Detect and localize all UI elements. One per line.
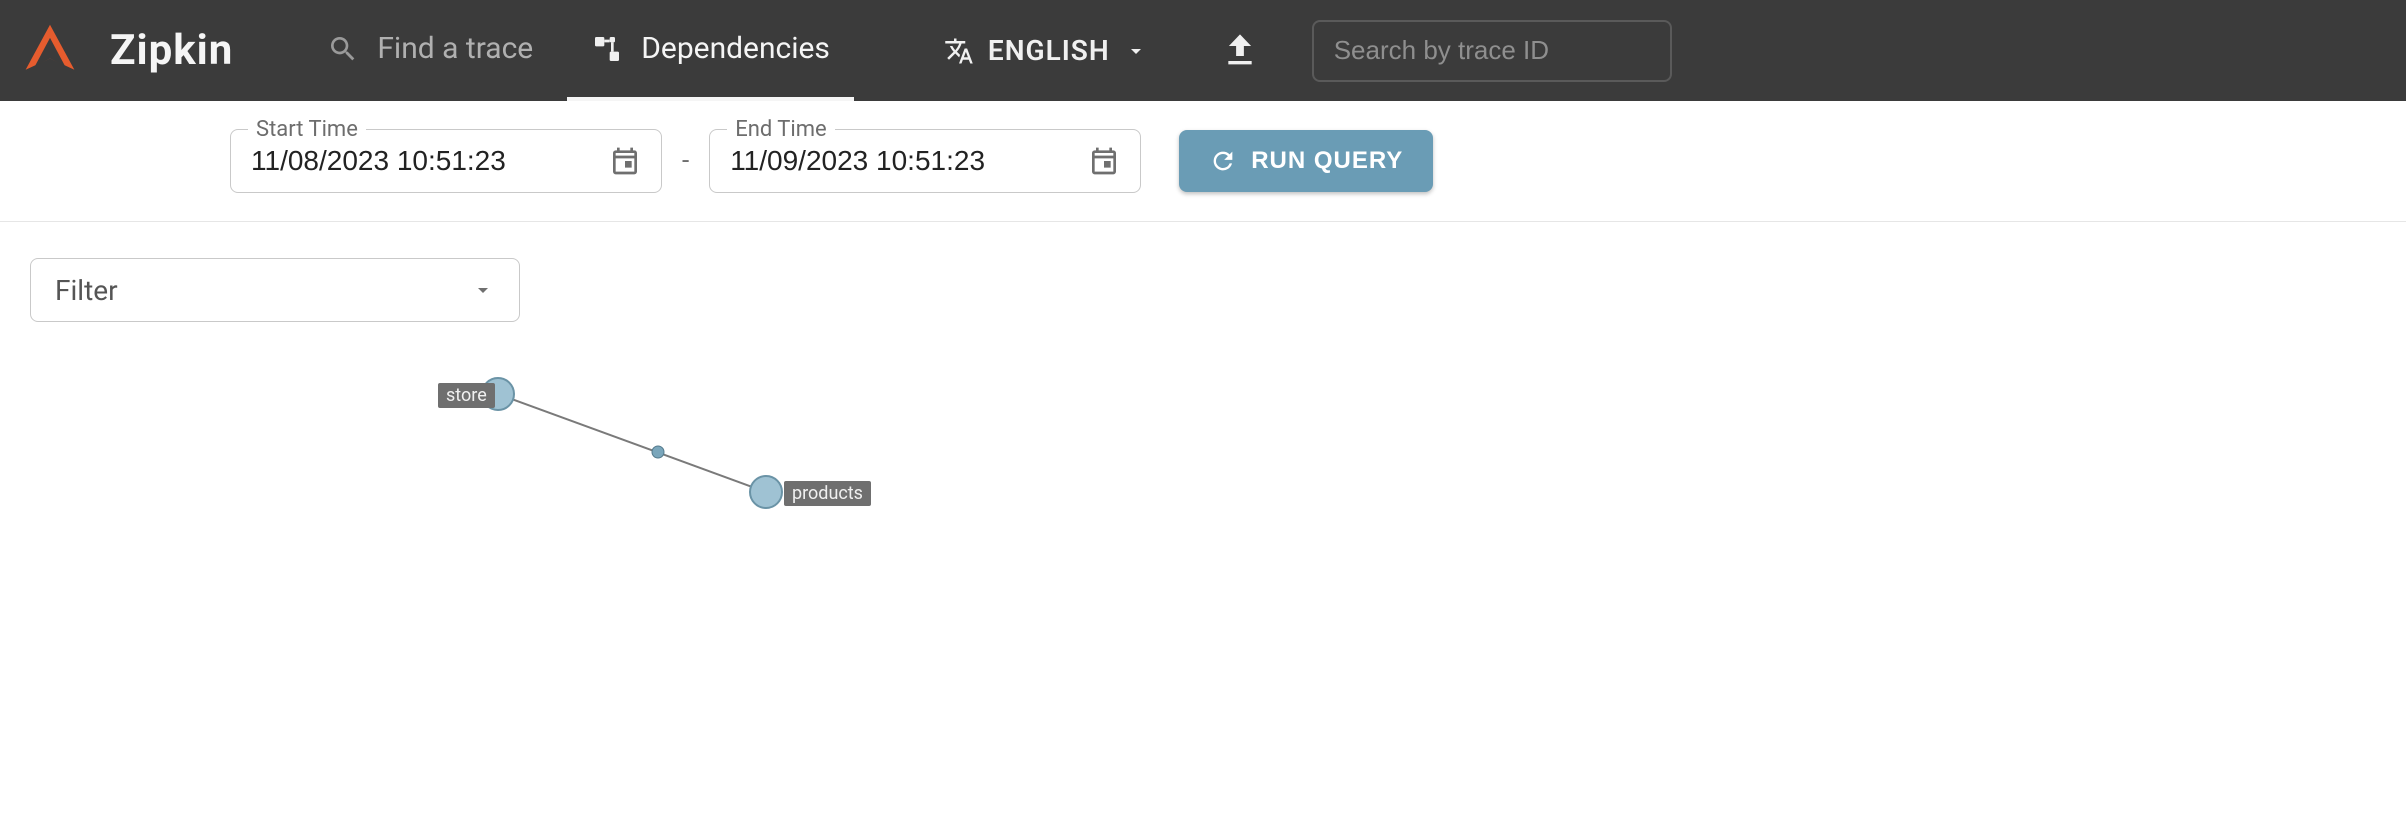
edge-store-products [498, 394, 766, 492]
nav-dependencies[interactable]: Dependencies [567, 0, 854, 101]
language-selector[interactable]: ENGLISH [944, 34, 1148, 67]
node-products[interactable] [750, 476, 782, 508]
node-label-products[interactable]: products [784, 481, 871, 506]
run-query-label: RUN QUERY [1251, 147, 1403, 175]
search-trace-wrapper [1312, 20, 1672, 82]
end-time-input[interactable] [730, 145, 1050, 177]
end-time-wrap: End Time [709, 129, 1141, 193]
calendar-icon[interactable] [1088, 145, 1120, 177]
start-time-wrap: Start Time [230, 129, 662, 193]
nav-dependencies-label: Dependencies [641, 31, 830, 66]
start-time-label: Start Time [248, 117, 366, 142]
node-label-store[interactable]: store [438, 383, 495, 408]
upload-button[interactable] [1218, 29, 1262, 73]
calendar-icon[interactable] [609, 145, 641, 177]
nav-find-trace[interactable]: Find a trace [303, 0, 557, 101]
start-time-input[interactable] [251, 145, 571, 177]
end-time-label: End Time [727, 117, 835, 142]
search-icon [327, 33, 359, 65]
graph-svg [0, 322, 1000, 722]
upload-icon [1220, 31, 1260, 71]
logo-block: Zipkin [20, 21, 233, 81]
dependencies-icon [591, 33, 623, 65]
edge-midpoint-dot [652, 446, 664, 458]
chevron-down-icon [1124, 39, 1148, 63]
run-query-button[interactable]: RUN QUERY [1179, 130, 1433, 192]
dependency-graph[interactable]: store products [0, 322, 2406, 722]
query-bar: Start Time - End Time RUN QUERY [0, 101, 2406, 222]
filter-placeholder: Filter [55, 274, 118, 307]
translate-icon [944, 36, 974, 66]
filter-select[interactable]: Filter [30, 258, 520, 322]
zipkin-logo-icon [20, 21, 80, 81]
app-header: Zipkin Find a trace Dependencies ENGLISH [0, 0, 2406, 101]
search-trace-input[interactable] [1334, 35, 1650, 66]
filter-row: Filter [0, 222, 2406, 322]
language-label: ENGLISH [988, 34, 1110, 67]
refresh-icon [1209, 147, 1237, 175]
range-separator: - [682, 146, 689, 176]
app-title: Zipkin [110, 26, 233, 75]
nav-find-trace-label: Find a trace [377, 31, 533, 66]
chevron-down-icon [471, 278, 495, 302]
